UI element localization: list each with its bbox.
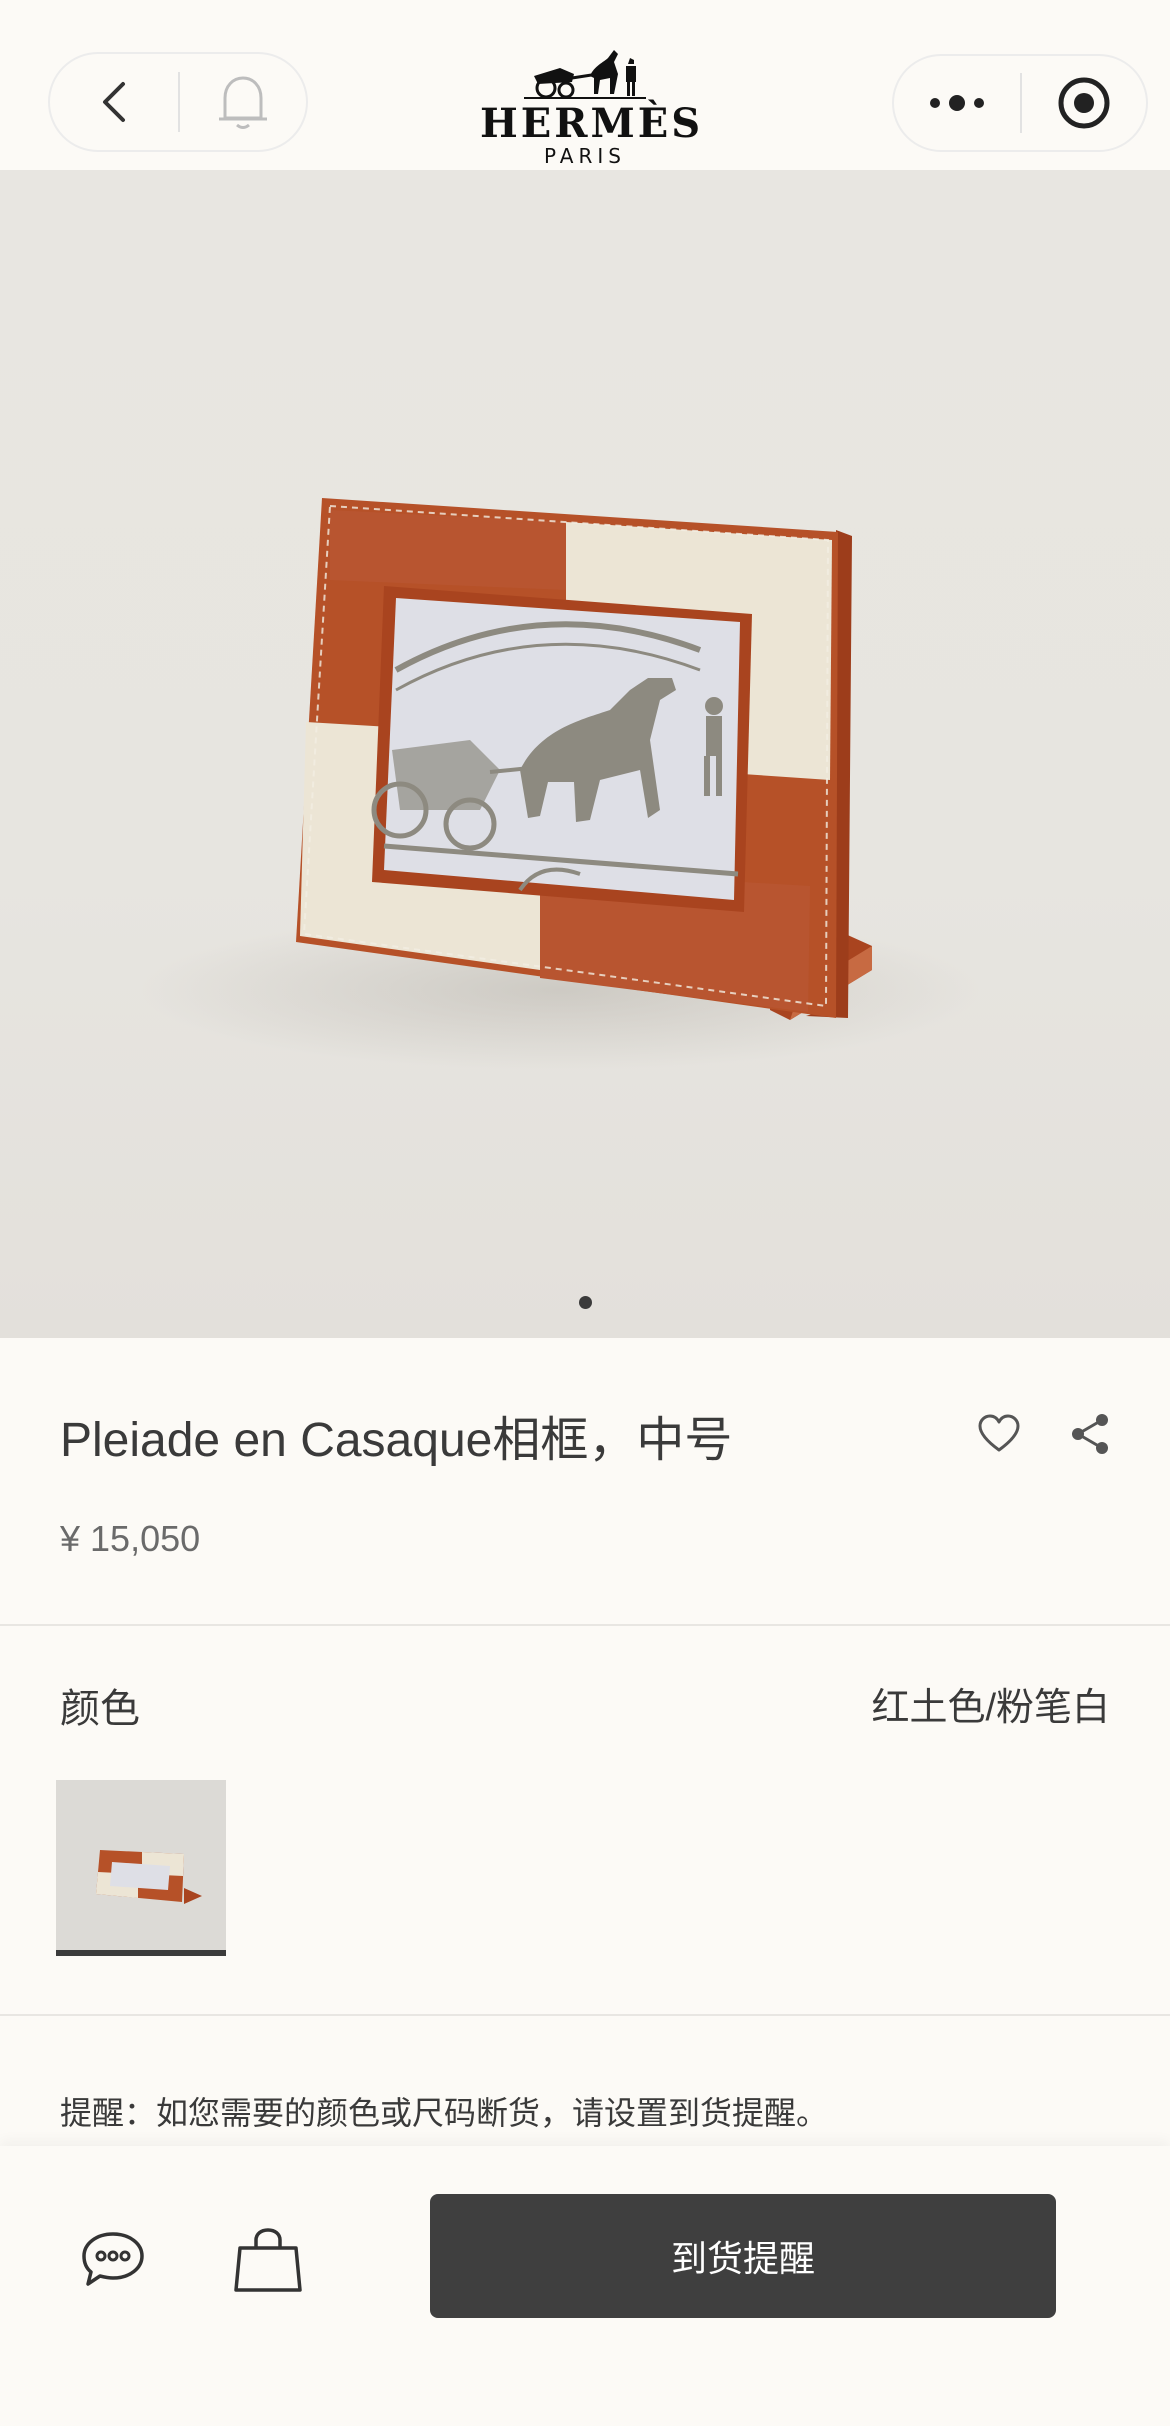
section-divider xyxy=(0,2014,1170,2016)
share-icon xyxy=(1072,1414,1108,1454)
carousel-pagination xyxy=(0,1296,1170,1309)
shopping-bag-icon xyxy=(234,2228,302,2292)
close-miniprogram-button[interactable] xyxy=(1022,56,1146,150)
logo-city-text: PARIS xyxy=(544,144,626,168)
shopping-bag-button[interactable] xyxy=(232,2226,304,2299)
more-button[interactable] xyxy=(894,56,1020,150)
horse-carriage-logo-icon xyxy=(524,50,646,99)
logo-brand-text: HERMÈS xyxy=(480,100,704,147)
carousel-dot-active[interactable] xyxy=(578,1296,592,1309)
chevron-left-icon xyxy=(103,82,125,122)
color-swatch-thumbnail xyxy=(96,1850,202,1904)
capsule-right xyxy=(892,54,1148,152)
customer-service-button[interactable] xyxy=(80,2230,146,2293)
back-button[interactable] xyxy=(50,54,178,150)
hermes-logo: HERMÈS PARIS xyxy=(480,44,704,168)
bottom-action-bar: 到货提醒 xyxy=(0,2146,1170,2426)
header-bar: HERMÈS PARIS xyxy=(0,0,1170,170)
swatch-selected-indicator xyxy=(56,1950,226,1956)
section-divider xyxy=(0,1624,1170,1626)
product-price: ¥ 15,050 xyxy=(60,1518,201,1559)
color-swatch-selected[interactable] xyxy=(56,1780,226,1956)
target-icon xyxy=(1058,77,1110,129)
more-dots-icon xyxy=(930,95,984,111)
chat-bubble-icon xyxy=(82,2232,144,2286)
capsule-left xyxy=(48,52,308,152)
product-title: Pleiade en Casaque相框，中号 xyxy=(60,1414,733,1467)
restock-reminder-button[interactable]: 到货提醒 xyxy=(430,2194,1056,2318)
wishlist-button[interactable] xyxy=(976,1412,1022,1459)
product-image-carousel[interactable] xyxy=(0,170,1170,1338)
color-label: 颜色 xyxy=(60,1687,140,1731)
share-button[interactable] xyxy=(1070,1412,1110,1461)
heart-icon xyxy=(978,1414,1020,1452)
notification-button[interactable] xyxy=(180,54,306,150)
product-photo-frame xyxy=(140,498,980,1070)
selected-color-value: 红土色/粉笔白 xyxy=(871,1687,1110,1729)
bell-icon xyxy=(219,76,267,129)
restock-notice-text: 提醒：如您需要的颜色或尺码断货，请设置到货提醒。 xyxy=(60,2095,829,2131)
